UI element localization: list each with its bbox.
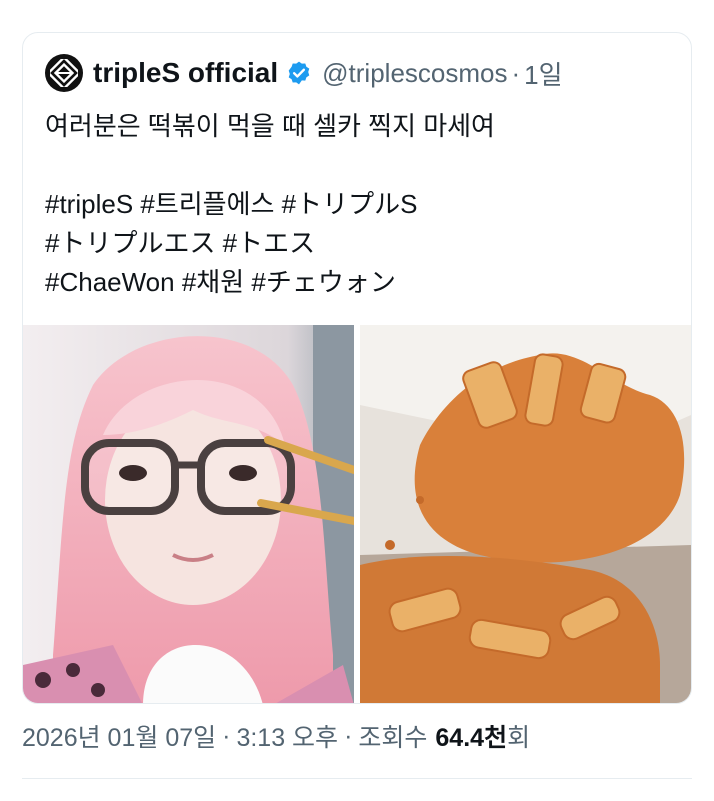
meta-separator: · xyxy=(222,721,231,750)
media-photo-selfie[interactable] xyxy=(23,325,354,703)
post-time[interactable]: 1일 xyxy=(524,55,562,92)
divider xyxy=(22,778,692,779)
tweet-text: 여러분은 떡볶이 먹을 때 셀카 찍지 마세여 #tripleS #트리플에스 … xyxy=(45,111,495,297)
meta-separator: · xyxy=(344,721,353,750)
tweet-header: tripleS official @triplescosmos · 1일 xyxy=(45,53,563,93)
avatar[interactable] xyxy=(45,54,83,92)
author-name[interactable]: tripleS official xyxy=(93,57,278,89)
media-grid xyxy=(23,325,691,703)
post-date[interactable]: 2026년 01월 07일 xyxy=(22,718,216,754)
selfie-image xyxy=(23,325,354,703)
verified-badge-icon xyxy=(288,61,310,85)
post-clock-time[interactable]: 3:13 오후 xyxy=(236,718,338,754)
views-suffix: 회 xyxy=(507,724,531,752)
triples-logo-icon xyxy=(50,59,78,87)
media-photo-spill[interactable] xyxy=(360,325,691,703)
tweet-meta: 2026년 01월 07일 · 3:13 오후 · 조회수 64.4천 회 xyxy=(22,718,530,754)
author-handle[interactable]: @triplescosmos xyxy=(322,58,507,89)
views-label: 조회수 xyxy=(358,724,428,752)
spilled-food-image xyxy=(360,325,691,703)
header-separator: · xyxy=(511,57,521,88)
views-count: 64.4천 xyxy=(435,724,508,752)
tweet-card[interactable]: tripleS official @triplescosmos · 1일 여러분… xyxy=(22,32,692,704)
